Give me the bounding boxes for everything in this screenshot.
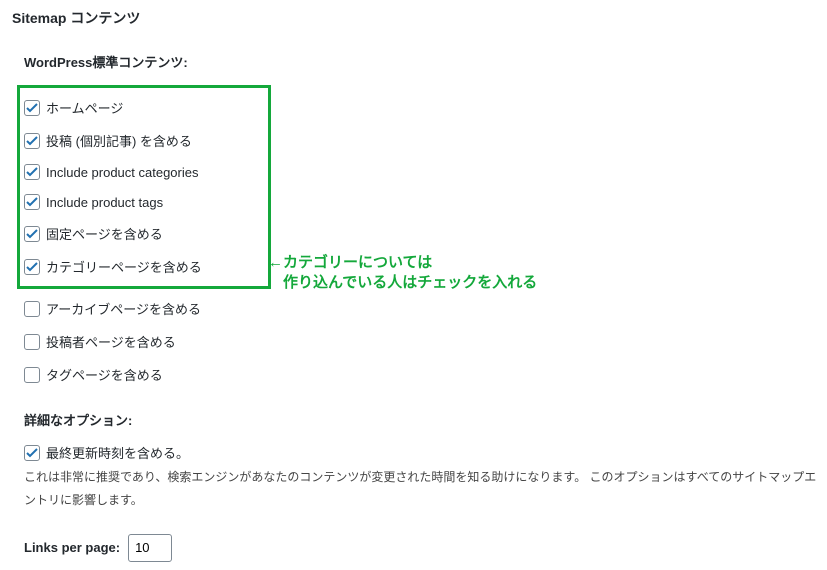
checkbox-icon [24,259,40,275]
checkbox-tag-pages[interactable]: タグページを含める [24,365,819,384]
checkbox-label: 最終更新時刻を含める。 [46,443,189,462]
checkbox-label: Include product categories [46,165,198,180]
checkbox-archive-pages[interactable]: アーカイブページを含める [24,299,819,318]
checkbox-product-tags[interactable]: Include product tags [24,194,264,210]
checkbox-label: Include product tags [46,195,163,210]
checkbox-label: 固定ページを含める [46,224,163,243]
checkbox-icon [24,164,40,180]
advanced-heading: 詳細なオプション: [24,410,819,429]
lastmod-helper: これは非常に推奨であり、検索エンジンがあなたのコンテンツが変更された時間を知る助… [24,466,819,512]
standard-heading: WordPress標準コンテンツ: [24,52,819,71]
links-per-page-label: Links per page: [24,540,120,555]
checkbox-icon [24,100,40,116]
annotation-line1: ←カテゴリーについては [268,254,432,271]
checkbox-homepage[interactable]: ホームページ [24,98,264,117]
checkbox-label: ホームページ [46,98,123,117]
checkbox-icon [24,334,40,350]
annotation-text: ←カテゴリーについては 作り込んでいる人はチェックを入れる [268,253,537,292]
checkbox-label: アーカイブページを含める [46,299,201,318]
checkbox-icon [24,226,40,242]
links-per-page-input[interactable] [128,534,172,562]
checkbox-posts[interactable]: 投稿 (個別記事) を含める [24,131,264,150]
checkbox-label: 投稿 (個別記事) を含める [46,131,192,150]
checkbox-icon [24,133,40,149]
checkbox-product-categories[interactable]: Include product categories [24,164,264,180]
section-title: Sitemap コンテンツ [12,8,819,28]
checkbox-lastmod[interactable]: 最終更新時刻を含める。 [24,443,819,462]
checkbox-category-pages[interactable]: カテゴリーページを含める ←カテゴリーについては 作り込んでいる人はチェックを入… [24,257,264,276]
annotation-line2: 作り込んでいる人はチェックを入れる [268,274,537,291]
checkbox-icon [24,194,40,210]
checkbox-pages[interactable]: 固定ページを含める [24,224,264,243]
checkbox-label: カテゴリーページを含める [46,257,202,276]
checkbox-icon [24,301,40,317]
checkbox-icon [24,367,40,383]
checkbox-author-pages[interactable]: 投稿者ページを含める [24,332,819,351]
checkbox-label: タグページを含める [46,365,163,384]
highlighted-group: ホームページ 投稿 (個別記事) を含める Include product ca… [17,85,271,289]
checkbox-label: 投稿者ページを含める [46,332,176,351]
checkbox-icon [24,445,40,461]
